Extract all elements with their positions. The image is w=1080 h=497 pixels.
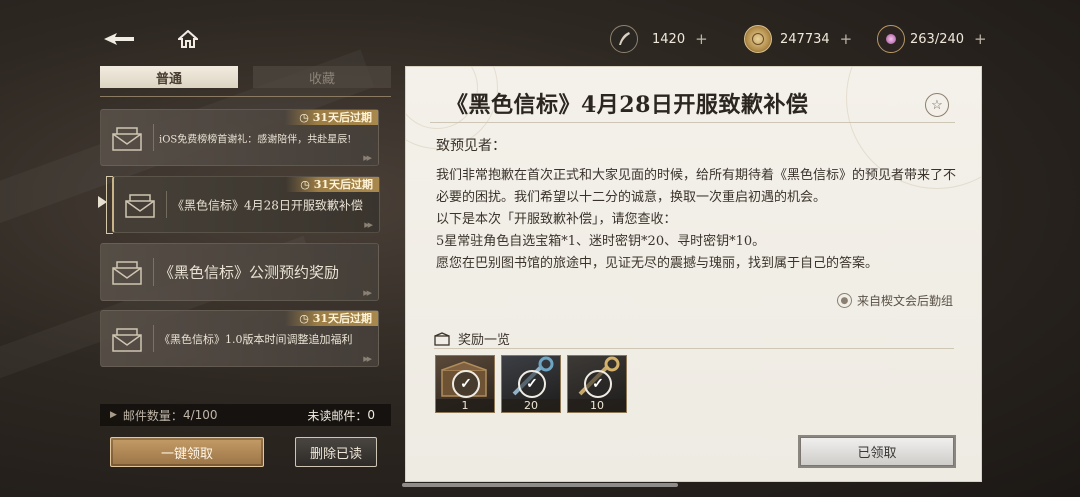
home-button[interactable]	[176, 28, 200, 50]
mail-separator	[153, 258, 154, 286]
greeting: 致预见者：	[436, 138, 506, 154]
fast-forward-icon: ▶▶	[364, 221, 373, 229]
mail-count-bar: ▶ 邮件数量： 4/100 未读邮件： 0	[100, 404, 391, 426]
mail-item-selected[interactable]: 《黑色信标》4月28日开服致歉补偿 ◷ 31天后过期 ▶▶	[112, 176, 380, 233]
reward-qty: 1	[436, 399, 494, 412]
mail-count-label: 邮件数量：	[122, 408, 183, 423]
fast-forward-icon: ▶▶	[363, 289, 372, 297]
mail-separator	[153, 325, 154, 352]
pointer-icon: ▶	[110, 410, 117, 420]
rewards-label: 奖励一览	[458, 333, 511, 348]
reward-box-icon	[434, 331, 450, 346]
body-paragraph: 以下是本次「开服致歉补偿」，请您查收：	[436, 212, 677, 227]
mail-separator	[153, 124, 154, 151]
favorite-star-button[interactable]: ☆	[925, 93, 949, 117]
mail-body: 我们非常抱歉在首次正式和大家见面的时候，给所有期待着《黑色信标》的预见者带来了不…	[436, 165, 956, 275]
resource-energy[interactable]: 263/240 +	[877, 25, 987, 53]
body-paragraph: 5星常驻角色自选宝箱*1、迷时密钥*20、寻时密钥*10。	[436, 234, 766, 249]
title-divider	[430, 122, 955, 123]
expiry-badge: ◷ 31天后过期	[286, 177, 379, 192]
home-indicator[interactable]	[402, 483, 678, 487]
mail-item[interactable]: 《黑色信标》1.0版本时间调整追加福利 ◷ 31天后过期 ▶▶	[100, 310, 379, 367]
mail-title: 《黑色信标》4月28日开服致歉补偿	[172, 198, 363, 212]
reward-item-blue-key[interactable]: ✓ 20	[501, 355, 561, 413]
unread-value: 0	[367, 408, 375, 422]
coin-value: 247734	[780, 31, 830, 47]
body-paragraph: 愿您在巴别图书馆的旅途中，见证无尽的震撼与瑰丽，找到属于自己的答案。	[436, 256, 879, 271]
energy-orb-icon	[877, 25, 905, 53]
mail-detail-panel: 《黑色信标》4月28日开服致歉补偿 ☆ 致预见者： 我们非常抱歉在首次正式和大家…	[405, 66, 982, 482]
envelope-icon	[112, 126, 142, 151]
reward-item-chest[interactable]: ✓ 1	[435, 355, 495, 413]
resource-coin[interactable]: 247734 +	[744, 25, 852, 53]
claim-all-button[interactable]: 一键领取	[110, 437, 264, 467]
mail-item[interactable]: iOS免费榜榜首谢礼：感谢陪伴，共赴星辰! ◷ 31天后过期 ▶▶	[100, 109, 379, 166]
mail-title: iOS免费榜榜首谢礼：感谢陪伴，共赴星辰!	[159, 134, 352, 145]
energy-value: 263/240	[910, 31, 965, 47]
quill-value: 1420	[652, 31, 686, 47]
unread-label: 未读邮件：	[307, 408, 368, 423]
expiry-badge: ◷ 31天后过期	[285, 110, 378, 125]
claimed-check-icon: ✓	[584, 370, 612, 398]
coin-icon	[744, 25, 772, 53]
quill-icon	[610, 25, 638, 53]
claimed-check-icon: ✓	[518, 370, 546, 398]
home-icon	[178, 30, 198, 48]
star-icon: ☆	[931, 97, 943, 113]
delete-read-button[interactable]: 删除已读	[295, 437, 377, 467]
rewards-divider	[434, 348, 954, 349]
claimed-button[interactable]: 已领取	[800, 437, 954, 466]
sender-line: ● 来自楔文会后勤组	[836, 292, 953, 309]
fast-forward-icon: ▶▶	[363, 355, 372, 363]
body-paragraph: 我们非常抱歉在首次正式和大家见面的时候，给所有期待着《黑色信标》的预见者带来了不…	[436, 168, 957, 205]
mail-separator	[166, 191, 167, 218]
sender-icon: ●	[836, 293, 852, 308]
envelope-icon	[125, 193, 155, 218]
expiry-badge: ◷ 31天后过期	[285, 311, 378, 326]
fast-forward-icon: ▶▶	[363, 154, 372, 162]
mail-count-value: 4/100	[182, 408, 218, 422]
envelope-icon	[112, 327, 142, 352]
tab-favorites[interactable]: 收藏	[253, 66, 391, 88]
sender-name: 来自楔文会后勤组	[856, 294, 953, 308]
back-button[interactable]	[102, 28, 136, 50]
back-arrow-icon	[104, 33, 134, 45]
energy-add-icon[interactable]: +	[974, 30, 987, 48]
claimed-check-icon: ✓	[452, 370, 480, 398]
mail-item[interactable]: 《黑色信标》公测预约奖励 ▶▶	[100, 243, 379, 301]
reward-qty: 10	[568, 399, 626, 412]
mail-title: 《黑色信标》公测预约奖励	[159, 263, 340, 282]
reward-item-gold-key[interactable]: ✓ 10	[567, 355, 627, 413]
resource-quill[interactable]: 1420 +	[610, 25, 708, 53]
coin-add-icon[interactable]: +	[840, 30, 853, 48]
tab-normal[interactable]: 普通	[100, 66, 238, 88]
reward-qty: 20	[502, 399, 560, 412]
mail-title: 《黑色信标》1.0版本时间调整追加福利	[159, 332, 353, 346]
rewards-header: 奖励一览	[434, 329, 510, 348]
envelope-icon	[112, 261, 142, 285]
mail-detail-title: 《黑色信标》4月28日开服致歉补偿	[446, 92, 809, 118]
quill-add-icon[interactable]: +	[695, 30, 708, 48]
tab-divider	[100, 96, 391, 97]
